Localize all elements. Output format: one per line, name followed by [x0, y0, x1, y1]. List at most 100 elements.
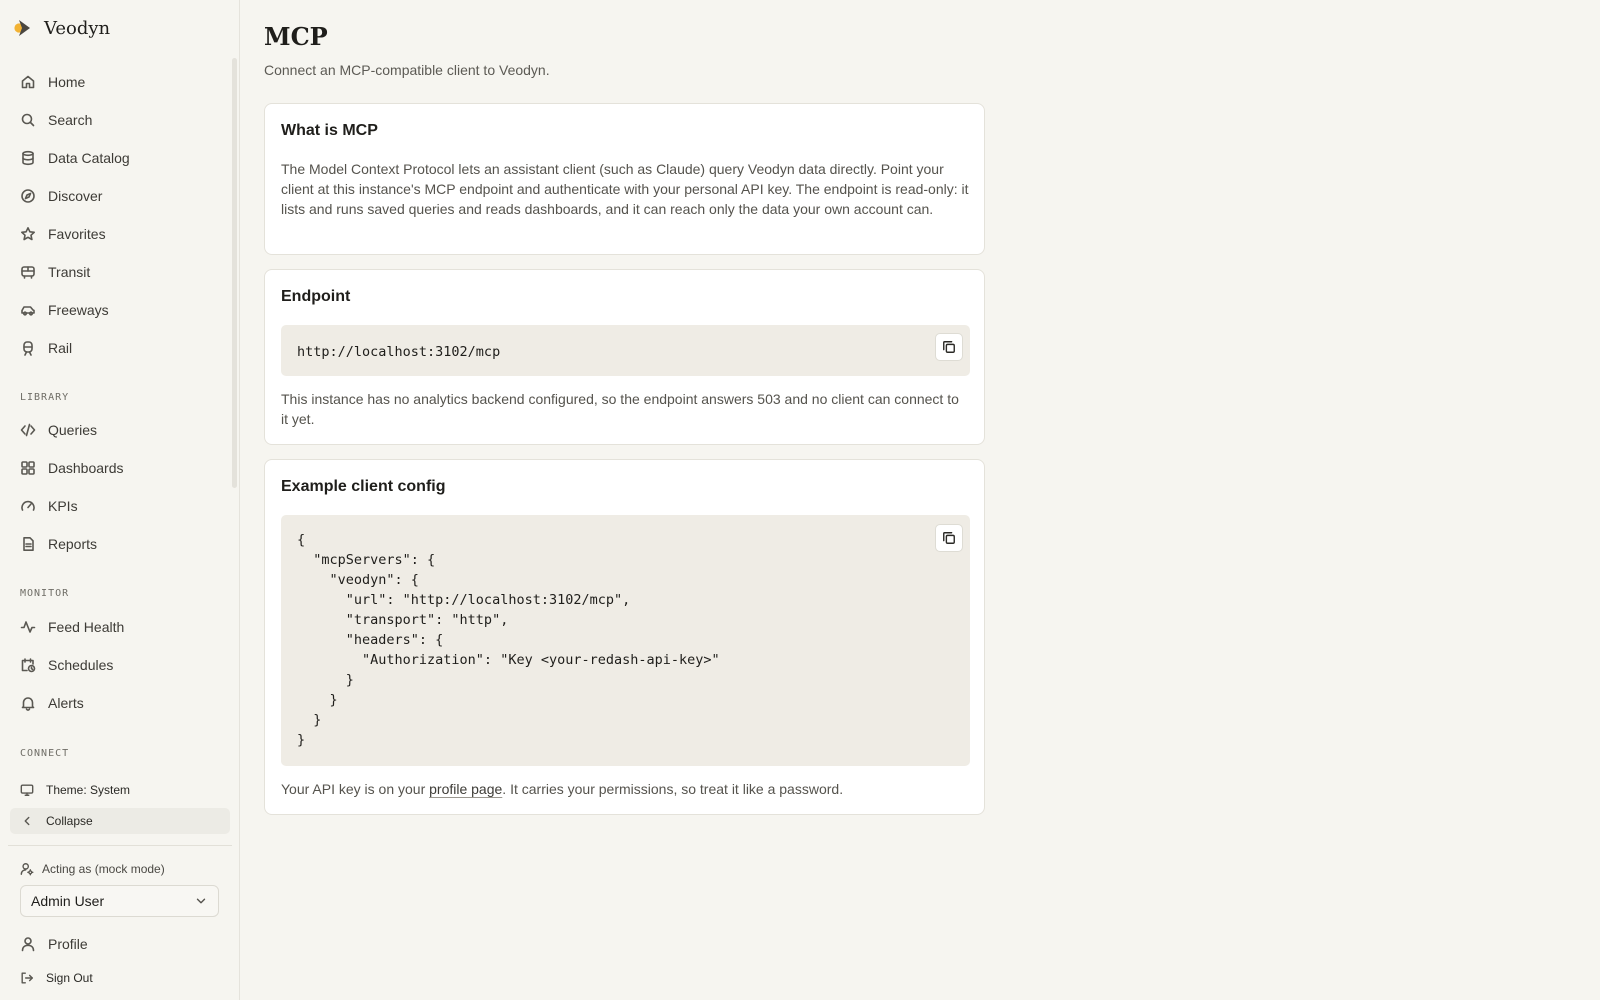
sidebar-item-label: Search: [48, 112, 93, 128]
code-line: "headers": {: [297, 632, 444, 648]
user-cog-icon: [20, 863, 34, 876]
sign-out-button[interactable]: Sign Out: [10, 963, 230, 993]
collapse-button[interactable]: Collapse: [10, 808, 230, 834]
sidebar-item-label: Alerts: [48, 695, 84, 711]
sidebar-item-label: Queries: [48, 422, 98, 438]
sidebar-divider: [8, 845, 232, 846]
code-line: }: [297, 692, 338, 708]
copy-endpoint-button[interactable]: [935, 333, 963, 361]
sidebar-item-label: Feed Health: [48, 619, 125, 635]
search-icon: [21, 113, 35, 127]
user-icon: [21, 937, 35, 952]
api-key-footer: Your API key is on your profile page. It…: [281, 781, 844, 797]
car-icon: [21, 306, 35, 316]
endpoint-url: http://localhost:3102/mcp: [297, 344, 501, 360]
endpoint-card: Endpoint http://localhost:3102/mcp This …: [264, 269, 985, 445]
sidebar-item-feed-health[interactable]: Feed Health: [10, 612, 230, 642]
card-title: Endpoint: [281, 288, 351, 305]
sign-out-label: Sign Out: [46, 971, 93, 985]
bus-icon: [21, 266, 35, 279]
card-title: What is MCP: [281, 122, 378, 139]
grid-icon: [21, 461, 35, 475]
sidebar-item-label: Freeways: [48, 302, 109, 318]
sidebar-item-label: Rail: [48, 340, 73, 356]
compass-icon: [21, 189, 35, 203]
sidebar-item-alerts[interactable]: Alerts: [10, 688, 230, 718]
sidebar-item-label: Discover: [48, 188, 103, 204]
sidebar-item-reports[interactable]: Reports: [10, 529, 230, 559]
bell-icon: [21, 697, 35, 711]
document-icon: [23, 537, 34, 551]
calendar-clock-icon: [21, 658, 36, 673]
code-line: "veodyn": {: [297, 572, 419, 588]
code-line: "Authorization": "Key <your-redash-api-k…: [297, 652, 720, 668]
sidebar-item-kpis[interactable]: KPIs: [10, 491, 230, 521]
brand-name: Veodyn: [44, 17, 111, 39]
sidebar: Veodyn Home Search Data Catalog Discover…: [0, 0, 240, 1000]
copy-icon: [943, 532, 955, 544]
sidebar-item-label: Reports: [48, 536, 98, 552]
sidebar-item-dashboards[interactable]: Dashboards: [10, 453, 230, 483]
endpoint-url-block: http://localhost:3102/mcp: [281, 325, 970, 376]
sidebar-item-search[interactable]: Search: [10, 105, 230, 135]
sidebar-item-label: Home: [48, 74, 86, 90]
chevron-down-icon: [196, 898, 206, 904]
star-icon: [21, 227, 35, 241]
logout-icon: [21, 972, 33, 984]
section-label-monitor: MONITOR: [20, 588, 70, 599]
brand[interactable]: Veodyn: [12, 15, 110, 41]
page-title: MCP: [264, 22, 328, 51]
copy-icon: [943, 341, 955, 353]
sidebar-item-label: KPIs: [48, 498, 78, 514]
sidebar-item-transit[interactable]: Transit: [10, 257, 230, 287]
code-icon: [20, 423, 36, 437]
page-subtitle: Connect an MCP-compatible client to Veod…: [264, 62, 550, 78]
profile-page-link[interactable]: profile page: [429, 781, 502, 797]
acting-as-label: Acting as (mock mode): [20, 862, 165, 876]
code-line: }: [297, 672, 354, 688]
sidebar-item-home[interactable]: Home: [10, 67, 230, 97]
code-line: {: [297, 532, 306, 548]
acting-user-select[interactable]: Admin User: [20, 885, 219, 917]
monitor-icon: [20, 784, 34, 796]
sidebar-item-label: Schedules: [48, 657, 114, 673]
database-icon: [22, 150, 34, 166]
card-text: The Model Context Protocol lets an assis…: [281, 161, 969, 217]
code-line: "mcpServers": {: [297, 552, 436, 568]
sidebar-item-label: Transit: [48, 264, 91, 280]
activity-icon: [20, 621, 36, 633]
home-icon: [21, 75, 35, 89]
copy-config-button[interactable]: [935, 524, 963, 552]
chevron-left-icon: [24, 816, 30, 826]
code-line: "url": "http://localhost:3102/mcp",: [297, 592, 631, 608]
sidebar-scrollbar[interactable]: [232, 58, 237, 488]
sidebar-item-profile[interactable]: Profile: [10, 929, 230, 959]
sidebar-item-discover[interactable]: Discover: [10, 181, 230, 211]
sidebar-item-data-catalog[interactable]: Data Catalog: [10, 143, 230, 173]
endpoint-note: This instance has no analytics backend c…: [281, 391, 959, 427]
veodyn-logo-icon: [14, 20, 30, 36]
what-is-mcp-card: What is MCP The Model Context Protocol l…: [264, 103, 985, 255]
example-config-card: Example client config { "mcpServers": { …: [264, 459, 985, 815]
card-title: Example client config: [281, 478, 446, 495]
acting-user-value: Admin User: [31, 893, 105, 909]
code-line: }: [297, 732, 306, 748]
sidebar-item-freeways[interactable]: Freeways: [10, 295, 230, 325]
theme-toggle[interactable]: Theme: System: [10, 775, 230, 805]
sidebar-item-label: Profile: [48, 936, 88, 952]
sidebar-item-label: Data Catalog: [48, 150, 130, 166]
theme-label: Theme: System: [46, 783, 131, 797]
section-label-connect: CONNECT: [20, 748, 70, 759]
code-line: "transport": "http",: [297, 612, 509, 628]
sidebar-item-label: Dashboards: [48, 460, 124, 476]
sidebar-item-queries[interactable]: Queries: [10, 415, 230, 445]
sidebar-item-label: Favorites: [48, 226, 106, 242]
sidebar-item-favorites[interactable]: Favorites: [10, 219, 230, 249]
code-line: }: [297, 712, 322, 728]
sidebar-item-schedules[interactable]: Schedules: [10, 650, 230, 680]
train-icon: [23, 341, 33, 356]
section-label-library: LIBRARY: [20, 392, 70, 403]
sidebar-item-rail[interactable]: Rail: [10, 333, 230, 363]
collapse-label: Collapse: [46, 814, 93, 828]
config-code-block: { "mcpServers": { "veodyn": { "url": "ht…: [281, 515, 970, 766]
